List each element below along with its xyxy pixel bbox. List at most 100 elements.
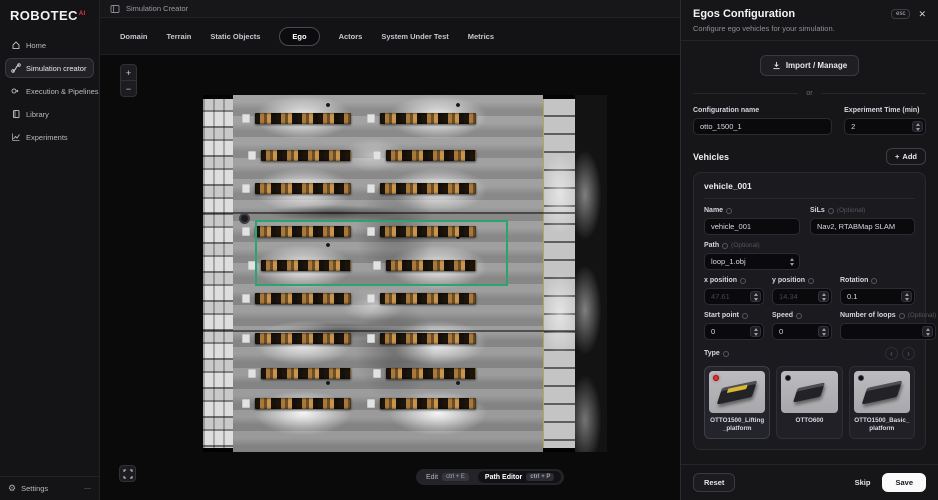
rack-row bbox=[255, 333, 351, 344]
info-icon bbox=[808, 278, 814, 284]
carousel-prev-button[interactable]: ‹ bbox=[885, 347, 898, 360]
info-icon bbox=[871, 278, 877, 284]
selection-handle[interactable] bbox=[239, 213, 250, 224]
rack-row bbox=[386, 150, 476, 161]
sidebar-item-home[interactable]: Home bbox=[5, 35, 94, 55]
brand-logo: ROBOTECAI bbox=[0, 0, 99, 33]
tab-static-objects[interactable]: Static Objects bbox=[210, 32, 260, 41]
experiment-time-stepper[interactable] bbox=[912, 121, 923, 132]
page-title: Simulation Creator bbox=[126, 4, 188, 13]
esc-badge[interactable]: esc bbox=[891, 9, 910, 19]
add-vehicle-button[interactable]: + Add bbox=[886, 148, 926, 165]
zoom-control: + − bbox=[120, 64, 137, 97]
import-manage-button[interactable]: Import / Manage bbox=[760, 55, 859, 76]
sidebar-nav: Home Simulation creator Execution & Pipe… bbox=[0, 33, 99, 149]
save-button[interactable]: Save bbox=[882, 473, 926, 492]
sidebar-item-library[interactable]: Library bbox=[5, 104, 94, 124]
type-card-otto1500-lifting[interactable]: OTTO1500_Lifting_platform bbox=[704, 366, 770, 439]
sidebar: ROBOTECAI Home Simulation creator Execut… bbox=[0, 0, 100, 500]
select-chevrons-icon bbox=[786, 256, 797, 267]
radio-selected-icon bbox=[713, 375, 719, 381]
sidebar-item-label: Library bbox=[26, 110, 49, 119]
type-card-label: OTTO1500_Basic_platform bbox=[854, 417, 910, 433]
start-point-stepper[interactable] bbox=[750, 326, 761, 337]
rack-row bbox=[380, 113, 476, 124]
x-position-input: 47.61 bbox=[704, 288, 764, 305]
speed-label: Speed bbox=[772, 312, 793, 319]
zoom-in-button[interactable]: + bbox=[121, 65, 136, 80]
brand-sup: AI bbox=[79, 11, 86, 17]
robot-image bbox=[793, 382, 825, 402]
tab-ego[interactable]: Ego bbox=[279, 27, 319, 46]
info-icon bbox=[828, 208, 834, 214]
sidebar-item-execution-pipelines[interactable]: Execution & Pipelines bbox=[5, 81, 94, 101]
type-card-otto600[interactable]: OTTO600 bbox=[776, 366, 842, 439]
path-value: loop_1.obj bbox=[711, 257, 746, 266]
warehouse-map[interactable] bbox=[203, 95, 607, 452]
editor-mode-toggle: Edit ctrl + E Path Editor ctrl + P bbox=[416, 469, 564, 485]
map-canvas[interactable]: + − Edit ctrl + E Path Editor ctrl + P bbox=[100, 55, 680, 500]
sidebar-item-label: Simulation creator bbox=[26, 64, 86, 73]
path-editor-label: Path Editor bbox=[485, 474, 522, 481]
rack-row bbox=[380, 183, 476, 194]
y-position-label: y position bbox=[772, 277, 805, 284]
or-divider: or bbox=[693, 90, 926, 97]
rack-row bbox=[261, 368, 351, 379]
tab-system-under-test[interactable]: System Under Test bbox=[381, 32, 448, 41]
tab-domain[interactable]: Domain bbox=[120, 32, 148, 41]
config-name-input[interactable]: otto_1500_1 bbox=[693, 118, 832, 135]
rotation-input[interactable]: 0.1 bbox=[840, 288, 915, 305]
config-name-label: Configuration name bbox=[693, 107, 759, 114]
path-editor-mode-button[interactable]: Path Editor ctrl + P bbox=[478, 471, 562, 483]
zoom-out-button[interactable]: − bbox=[121, 81, 136, 96]
rack-row bbox=[255, 183, 351, 194]
vehicle-card-title: vehicle_001 bbox=[704, 181, 915, 199]
rotation-stepper[interactable] bbox=[901, 291, 912, 302]
y-position-input: 14.34 bbox=[772, 288, 832, 305]
brand-text: ROBOTEC bbox=[10, 8, 78, 23]
vehicles-section-label: Vehicles bbox=[693, 152, 729, 162]
number-of-loops-stepper[interactable] bbox=[922, 326, 933, 337]
import-manage-label: Import / Manage bbox=[786, 61, 847, 70]
collapse-sidebar-icon[interactable]: — bbox=[84, 485, 91, 492]
tab-actors[interactable]: Actors bbox=[339, 32, 363, 41]
edit-mode-button[interactable]: Edit ctrl + E bbox=[419, 471, 476, 483]
sidebar-item-settings[interactable]: ⚙ Settings — bbox=[0, 476, 99, 500]
reset-button[interactable]: Reset bbox=[693, 473, 735, 492]
start-point-input[interactable]: 0 bbox=[704, 323, 764, 340]
rack-row bbox=[255, 398, 351, 409]
chevron-right-icon: › bbox=[907, 350, 910, 358]
speed-stepper[interactable] bbox=[818, 326, 829, 337]
vehicle-name-input[interactable]: vehicle_001 bbox=[704, 218, 800, 235]
path-select[interactable]: loop_1.obj bbox=[704, 253, 800, 270]
rack-row bbox=[255, 293, 351, 304]
sidebar-item-label: Home bbox=[26, 41, 46, 50]
y-position-value: 14.34 bbox=[779, 292, 798, 301]
info-icon bbox=[726, 208, 732, 214]
type-card-otto1500-basic[interactable]: OTTO1500_Basic_platform bbox=[849, 366, 915, 439]
selection-rectangle[interactable] bbox=[255, 220, 508, 286]
info-icon bbox=[742, 313, 748, 319]
carousel-next-button[interactable]: › bbox=[902, 347, 915, 360]
top-header-bar: Simulation Creator bbox=[100, 0, 680, 18]
panel-title: Egos Configuration bbox=[693, 8, 795, 20]
number-of-loops-input[interactable] bbox=[840, 323, 936, 340]
fit-view-button[interactable] bbox=[119, 465, 136, 482]
sidebar-item-experiments[interactable]: Experiments bbox=[5, 127, 94, 147]
number-of-loops-label: Number of loops bbox=[840, 312, 896, 319]
tab-terrain[interactable]: Terrain bbox=[167, 32, 192, 41]
experiment-time-input[interactable]: 2 bbox=[844, 118, 926, 135]
tab-metrics[interactable]: Metrics bbox=[468, 32, 494, 41]
sidebar-item-simulation-creator[interactable]: Simulation creator bbox=[5, 58, 94, 78]
close-icon[interactable]: ✕ bbox=[918, 9, 926, 20]
egos-configuration-panel: Egos Configuration esc ✕ Configure ego v… bbox=[680, 0, 938, 500]
path-label: Path bbox=[704, 242, 719, 249]
panel-toggle-icon[interactable] bbox=[110, 4, 120, 14]
speed-input[interactable]: 0 bbox=[772, 323, 832, 340]
skip-button[interactable]: Skip bbox=[855, 478, 871, 487]
sils-input[interactable]: Nav2, RTABMap SLAM bbox=[810, 218, 915, 235]
robot-image bbox=[862, 380, 903, 404]
chevron-left-icon: ‹ bbox=[890, 350, 893, 358]
sils-label: SiLs bbox=[810, 207, 825, 214]
rotation-label: Rotation bbox=[840, 277, 868, 284]
